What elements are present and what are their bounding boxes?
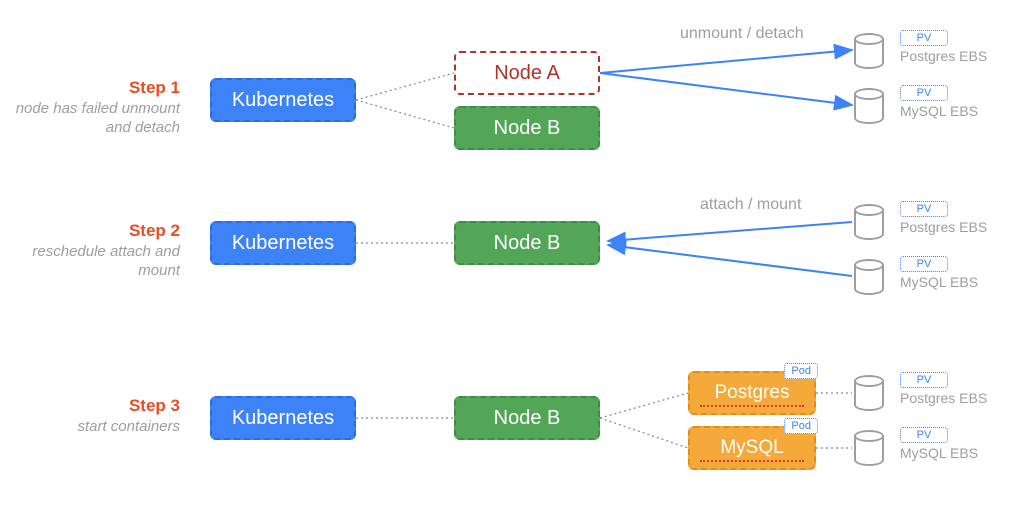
node-b-box-1: Node B (454, 106, 600, 150)
pv-badge: PV (900, 372, 948, 388)
pv-badge: PV (900, 427, 948, 443)
postgres-pod-box: Postgres Pod (688, 371, 816, 415)
postgres-ebs-label: Postgres EBS (900, 390, 987, 406)
pv-badge: PV (900, 85, 948, 101)
kubernetes-label: Kubernetes (232, 407, 334, 430)
kubernetes-box-3: Kubernetes (210, 396, 356, 440)
pv-badge: PV (900, 256, 948, 272)
step-1-label: Step 1 node has failed unmount and detac… (0, 78, 180, 138)
pod-badge: Pod (784, 363, 818, 379)
cylinder-icon (854, 259, 884, 295)
node-b-label: Node B (494, 117, 561, 140)
mysql-pod-label: MySQL (720, 437, 783, 459)
postgres-ebs-label: Postgres EBS (900, 219, 987, 235)
pod-underline (700, 404, 804, 407)
postgres-ebs-label: Postgres EBS (900, 48, 987, 64)
node-b-label: Node B (494, 232, 561, 255)
kubernetes-label: Kubernetes (232, 232, 334, 255)
step-1-subtitle: node has failed unmount and detach (0, 100, 180, 138)
step-1-title: Step 1 (0, 78, 180, 98)
mysql-ebs-label: MySQL EBS (900, 445, 978, 461)
mysql-ebs-label: MySQL EBS (900, 274, 978, 290)
node-b-box-2: Node B (454, 221, 600, 265)
node-b-box-3: Node B (454, 396, 600, 440)
node-b-label: Node B (494, 407, 561, 430)
node-a-failed-box: Node A (454, 51, 600, 95)
pv-badge: PV (900, 201, 948, 217)
cylinder-icon (854, 375, 884, 411)
cylinder-icon (854, 88, 884, 124)
step-2-label: Step 2 reschedule attach and mount (0, 221, 180, 281)
pod-underline (700, 459, 804, 462)
mysql-ebs-label: MySQL EBS (900, 103, 978, 119)
pv-badge: PV (900, 30, 948, 46)
pod-badge: Pod (784, 418, 818, 434)
postgres-pod-label: Postgres (715, 382, 790, 404)
kubernetes-box-1: Kubernetes (210, 78, 356, 122)
cylinder-icon (854, 33, 884, 69)
kubernetes-box-2: Kubernetes (210, 221, 356, 265)
step-3-label: Step 3 start containers (0, 396, 180, 437)
step-2-action: attach / mount (700, 196, 801, 214)
cylinder-icon (854, 204, 884, 240)
step-3-subtitle: start containers (0, 418, 180, 437)
step-2-title: Step 2 (0, 221, 180, 241)
step-3-title: Step 3 (0, 396, 180, 416)
diagram-stage: Step 1 node has failed unmount and detac… (0, 0, 1024, 524)
mysql-pod-box: MySQL Pod (688, 426, 816, 470)
cylinder-icon (854, 430, 884, 466)
step-2-subtitle: reschedule attach and mount (0, 243, 180, 281)
step-1-action: unmount / detach (680, 25, 804, 43)
kubernetes-label: Kubernetes (232, 89, 334, 112)
node-a-label: Node A (494, 62, 560, 85)
